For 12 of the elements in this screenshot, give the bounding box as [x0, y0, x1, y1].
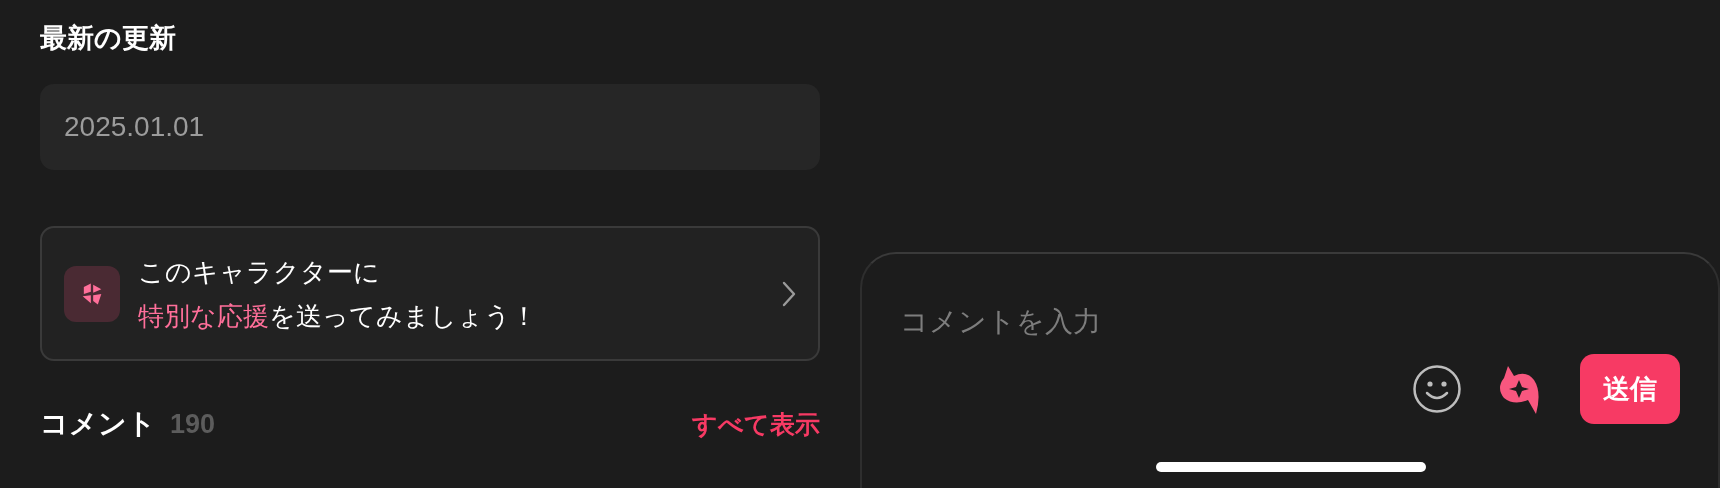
support-message: このキャラクターに 特別な応援を送ってみましょう！ — [138, 255, 538, 333]
comment-count: 190 — [170, 409, 216, 440]
send-button[interactable]: 送信 — [1580, 354, 1680, 424]
chevron-right-icon — [782, 280, 796, 307]
section-title: 最新の更新 — [40, 21, 177, 55]
logo-icon — [64, 265, 120, 322]
show-all-link[interactable]: すべて表示 — [692, 407, 820, 441]
comments-heading: コメント — [40, 406, 156, 442]
support-card[interactable]: このキャラクターに 特別な応援を送ってみましょう！ — [40, 226, 820, 361]
smiley-icon[interactable] — [1412, 364, 1462, 414]
comment-input[interactable]: コメントを入力 — [900, 296, 1300, 346]
update-date: 2025.01.01 — [64, 111, 205, 143]
